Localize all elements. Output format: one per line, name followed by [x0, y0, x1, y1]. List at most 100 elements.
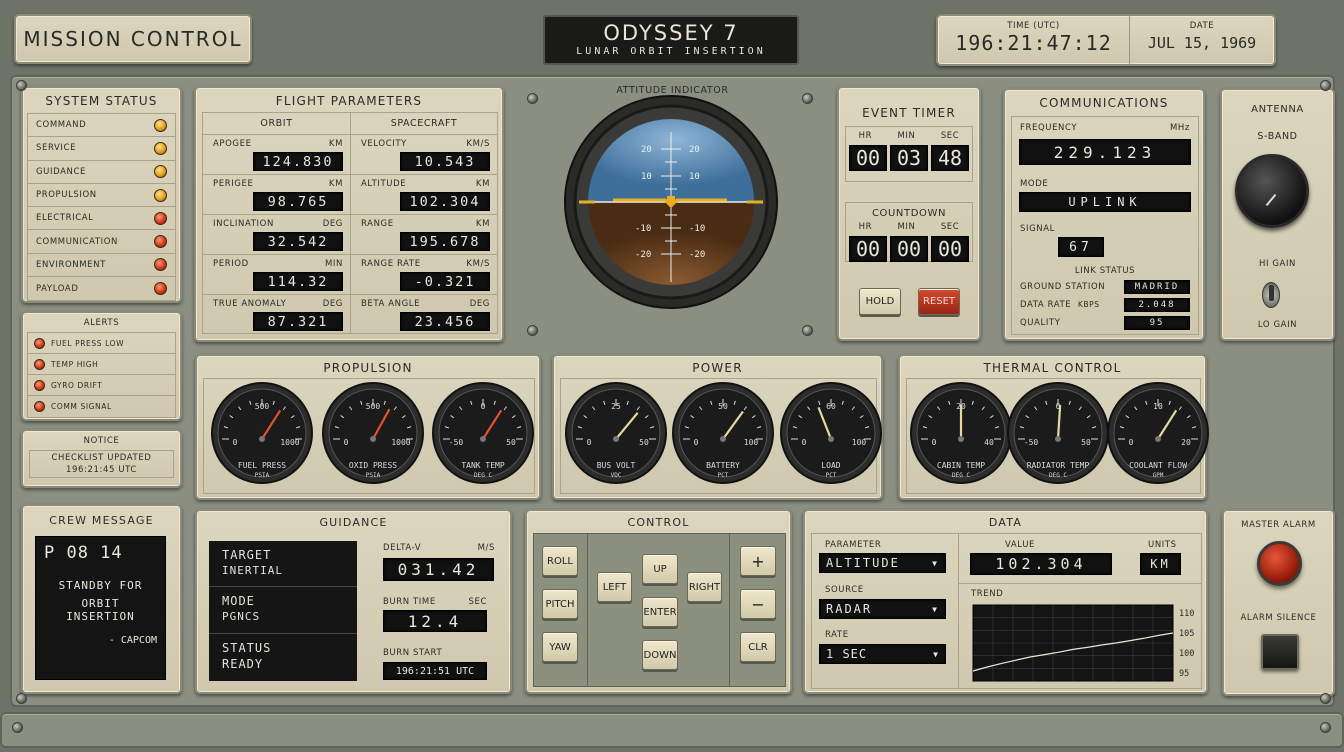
down-button[interactable]: DOWN — [642, 640, 678, 670]
orbit-param: INCLINATION DEG 32.542 — [203, 215, 350, 255]
mission-control-plate: MISSION CONTROL — [14, 14, 252, 64]
data-title: DATA — [988, 516, 1023, 529]
param-value-display: 114.32 — [253, 272, 343, 291]
param-label: PERIGEE — [213, 179, 254, 189]
gauge-min: 0 — [233, 438, 238, 447]
data-rate-unit: KBPS — [1077, 300, 1100, 309]
freq-unit: MHz — [1170, 123, 1190, 133]
status-row: COMMUNICATION — [28, 230, 175, 254]
craft-param: VELOCITY KM/S 10.543 — [351, 135, 497, 175]
gauge-mid: 500 — [255, 402, 270, 411]
craft-head: SPACECRAFT — [351, 113, 497, 135]
param-unit: KM — [328, 179, 343, 189]
param-unit: DEG — [322, 219, 343, 229]
delta-v-display: 031.42 — [383, 558, 494, 581]
burn-time-label: BURN TIME — [383, 597, 436, 607]
frequency-display: 229.123 — [1019, 139, 1191, 165]
crew-line1: STANDBY FOR — [58, 579, 143, 592]
alert-list: FUEL PRESS LOW TEMP HIGH GYRO DRIFT COMM SI… — [27, 332, 176, 418]
gauge-min: 0 — [587, 438, 592, 447]
clock-plate: TIME (UTC) 196:21:47:12 DATE JUL 15, 196… — [936, 14, 1276, 66]
trend-y-tick: 100 — [1179, 649, 1194, 659]
clear-button[interactable]: CLR — [740, 632, 776, 662]
alert-row: GYRO DRIFT — [28, 375, 175, 396]
burn-start-label: BURN START — [383, 648, 443, 658]
alert-lamp-icon — [34, 401, 45, 412]
orbit-param: PERIGEE KM 98.765 — [203, 175, 350, 215]
roll-button[interactable]: ROLL — [542, 546, 578, 576]
signal-label: SIGNAL — [1020, 224, 1055, 234]
pitch-button[interactable]: PITCH — [542, 589, 578, 619]
trend-y-tick: 95 — [1179, 669, 1189, 679]
status-label: PAYLOAD — [36, 283, 79, 294]
gauge-mid: 60 — [826, 402, 836, 411]
band-label: S-BAND — [1257, 131, 1298, 142]
data-rate-text: DATA RATE — [1020, 300, 1072, 310]
enter-button[interactable]: ENTER — [642, 597, 678, 627]
alert-label: FUEL PRESS LOW — [51, 338, 125, 348]
parameter-select[interactable]: ALTITUDE ▼ — [819, 553, 946, 573]
plus-button[interactable]: + — [740, 546, 776, 576]
param-value-display: 32.542 — [253, 232, 343, 251]
up-button[interactable]: UP — [642, 554, 678, 584]
gauge-mid: 25 — [611, 402, 621, 411]
caret-down-icon: ▼ — [932, 604, 939, 614]
gauge-unit: PCT — [826, 472, 837, 479]
master-alarm-button[interactable] — [1257, 541, 1302, 586]
rate-label: RATE — [825, 630, 849, 640]
system-status-panel: SYSTEM STATUS COMMAND SERVICE GUIDANCE PROP… — [21, 86, 182, 303]
mission-control-title: MISSION CONTROL — [23, 27, 243, 51]
status-lamp-icon — [154, 165, 167, 179]
guidance-panel: GUIDANCE TARGET INERTIAL MODE PGNCS STAT… — [195, 509, 512, 694]
ground-station-label: GROUND STATION — [1020, 282, 1106, 292]
parameter-label: PARAMETER — [825, 540, 882, 550]
crew-line3: - CAPCOM — [108, 635, 157, 646]
rate-value: 1 SEC — [826, 647, 868, 661]
alert-lamp-icon — [34, 337, 45, 349]
minus-button[interactable]: − — [740, 589, 776, 619]
adi-tick-m10: -10 — [635, 224, 651, 234]
gauge-name: LOAD — [821, 461, 840, 470]
adi-tick-10-r: 10 — [689, 172, 700, 182]
adi-tick-10: 10 — [641, 172, 652, 182]
power-title: POWER — [692, 361, 743, 375]
reset-button[interactable]: RESET — [918, 288, 960, 315]
crew-message-screen: P 08 14 STANDBY FOR ORBIT INSERTION - CA… — [35, 536, 166, 680]
gauge: 0 50 100 BATTERY PCT — [672, 382, 774, 484]
trend-chart: 110 105 100 95 — [972, 604, 1194, 682]
param-value-display: 23.456 — [400, 312, 490, 331]
hold-button[interactable]: HOLD — [859, 288, 901, 315]
param-unit: MIN — [325, 259, 343, 269]
status-row: PAYLOAD — [28, 277, 175, 300]
guidance-status-label: STATUS — [222, 641, 272, 655]
caret-down-icon: ▼ — [932, 558, 939, 568]
time-label: TIME (UTC) — [1007, 21, 1060, 31]
alarm-silence-button[interactable] — [1261, 634, 1299, 670]
crew-message-panel: CREW MESSAGE P 08 14 STANDBY FOR ORBIT I… — [21, 504, 182, 694]
param-label: INCLINATION — [213, 219, 274, 229]
value-label: VALUE — [1005, 540, 1035, 550]
gauge-max: 40 — [984, 438, 994, 447]
left-button[interactable]: LEFT — [597, 572, 632, 602]
burn-time-display: 12.4 — [383, 610, 487, 632]
master-alarm-label: MASTER ALARM — [1241, 520, 1316, 530]
antenna-knob[interactable] — [1235, 154, 1309, 228]
delta-v-label: DELTA-V — [383, 543, 422, 553]
lo-gain-label: LO GAIN — [1257, 320, 1298, 330]
right-button[interactable]: RIGHT — [687, 572, 722, 602]
flight-parameters-title: FLIGHT PARAMETERS — [275, 94, 423, 108]
mission-phase: LUNAR ORBIT INSERTION — [576, 46, 766, 57]
gauge: 0 500 1000 OXID PRESS PSIA — [322, 382, 424, 484]
gauge-max: 1000 — [280, 438, 299, 447]
gain-toggle-switch[interactable] — [1262, 282, 1280, 308]
gauge-unit: PCT — [718, 472, 729, 479]
yaw-button[interactable]: YAW — [542, 632, 578, 662]
param-label: RANGE — [361, 219, 394, 229]
cd-sec-label: SEC — [940, 222, 960, 232]
craft-param: ALTITUDE KM 102.304 — [351, 175, 497, 215]
source-select[interactable]: RADAR ▼ — [819, 599, 946, 619]
rate-select[interactable]: 1 SEC ▼ — [819, 644, 946, 664]
link-status-title: LINK STATUS — [1074, 266, 1136, 276]
gauge-min: 0 — [932, 438, 937, 447]
orbit-param: PERIOD MIN 114.32 — [203, 255, 350, 295]
